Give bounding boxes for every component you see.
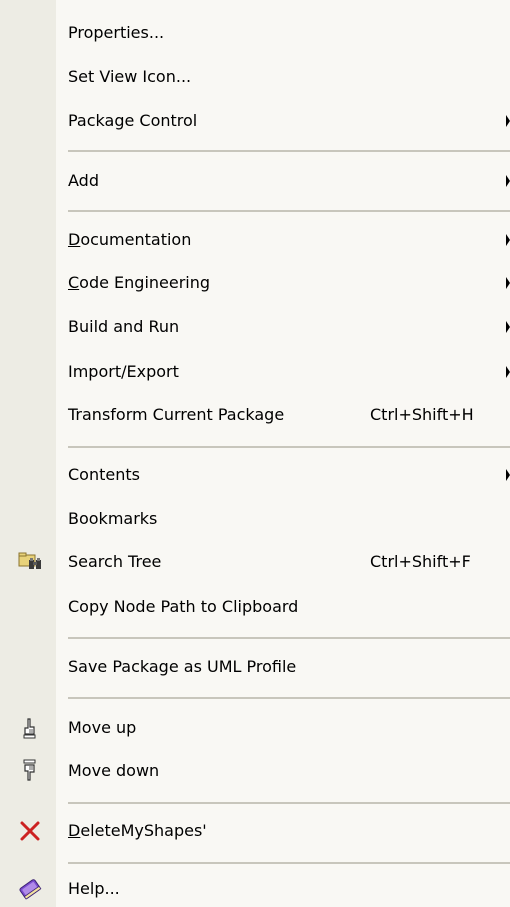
menu-item-bookmarks[interactable]: Bookmarks	[0, 504, 510, 534]
menu-separator	[68, 637, 510, 639]
menu-separator	[68, 802, 510, 804]
menu-separator	[68, 150, 510, 152]
help-book-icon	[18, 877, 42, 901]
menu-item-documentation[interactable]: Documentation	[0, 225, 510, 255]
menu-separator	[68, 862, 510, 864]
menu-item-label: Search Tree	[68, 552, 162, 571]
menu-item-move-down[interactable]: Move down	[0, 756, 510, 786]
hand-down-icon	[18, 759, 42, 783]
menu-separator	[68, 697, 510, 699]
menu-item-search-tree[interactable]: Search Tree Ctrl+Shift+F	[0, 547, 510, 577]
mnemonic: D	[68, 821, 81, 840]
menu-item-label: Contents	[68, 465, 140, 484]
mnemonic: C	[68, 273, 80, 292]
menu-item-package-control[interactable]: Package Control	[0, 106, 510, 136]
menu-item-label: Set View Icon...	[68, 67, 192, 86]
menu-item-label: Transform Current Package	[68, 405, 285, 424]
menu-item-label: Move up	[68, 718, 137, 737]
menu-item-save-package-uml-profile[interactable]: Save Package as UML Profile	[0, 652, 510, 682]
menu-item-label: Add	[68, 171, 99, 190]
menu-item-code-engineering[interactable]: Code Engineering	[0, 268, 510, 298]
menu-item-add[interactable]: Add	[0, 166, 510, 196]
menu-item-help[interactable]: Help...	[0, 874, 510, 904]
submenu-arrow-icon	[506, 175, 510, 187]
menu-item-label: Bookmarks	[68, 509, 158, 528]
submenu-arrow-icon	[506, 469, 510, 481]
menu-item-label: Copy Node Path to Clipboard	[68, 597, 299, 616]
menu-item-import-export[interactable]: Import/Export	[0, 357, 510, 387]
menu-item-shortcut: Ctrl+Shift+H	[370, 405, 474, 424]
mnemonic: D	[68, 230, 81, 249]
menu-item-move-up[interactable]: Move up	[0, 713, 510, 743]
menu-item-label: Properties...	[68, 23, 165, 42]
label-rest: eleteMyShapes'	[80, 821, 207, 840]
submenu-arrow-icon	[506, 366, 510, 378]
menu-item-label: Import/Export	[68, 362, 179, 381]
label-rest: ode Engineering	[79, 273, 211, 292]
menu-separator	[68, 446, 510, 448]
menu-item-label: Package Control	[68, 111, 198, 130]
menu-item-delete-my-shapes[interactable]: DeleteMyShapes'	[0, 816, 510, 846]
binoculars-folder-icon	[18, 550, 42, 574]
menu-item-label: Code Engineering	[68, 273, 210, 293]
submenu-arrow-icon	[506, 234, 510, 246]
menu-item-label: Move down	[68, 761, 160, 780]
hand-up-icon	[18, 716, 42, 740]
menu-item-shortcut: Ctrl+Shift+F	[370, 552, 471, 571]
menu-item-copy-node-path[interactable]: Copy Node Path to Clipboard	[0, 592, 510, 622]
menu-item-properties[interactable]: Properties...	[0, 18, 510, 48]
menu-item-set-view-icon[interactable]: Set View Icon...	[0, 62, 510, 92]
submenu-arrow-icon	[506, 277, 510, 289]
menu-item-label: Save Package as UML Profile	[68, 657, 297, 676]
submenu-arrow-icon	[506, 321, 510, 333]
menu-item-build-and-run[interactable]: Build and Run	[0, 312, 510, 342]
menu-item-label: DeleteMyShapes'	[68, 821, 207, 841]
submenu-arrow-icon	[506, 115, 510, 127]
label-rest: ocumentation	[80, 230, 192, 249]
context-menu: Properties... Set View Icon... Package C…	[0, 0, 510, 907]
menu-item-contents[interactable]: Contents	[0, 460, 510, 490]
menu-item-transform-current-package[interactable]: Transform Current Package Ctrl+Shift+H	[0, 400, 510, 430]
menu-separator	[68, 210, 510, 212]
menu-item-label: Documentation	[68, 230, 191, 250]
menu-item-label: Help...	[68, 879, 120, 898]
menu-item-label: Build and Run	[68, 317, 180, 336]
red-x-icon	[18, 819, 42, 843]
